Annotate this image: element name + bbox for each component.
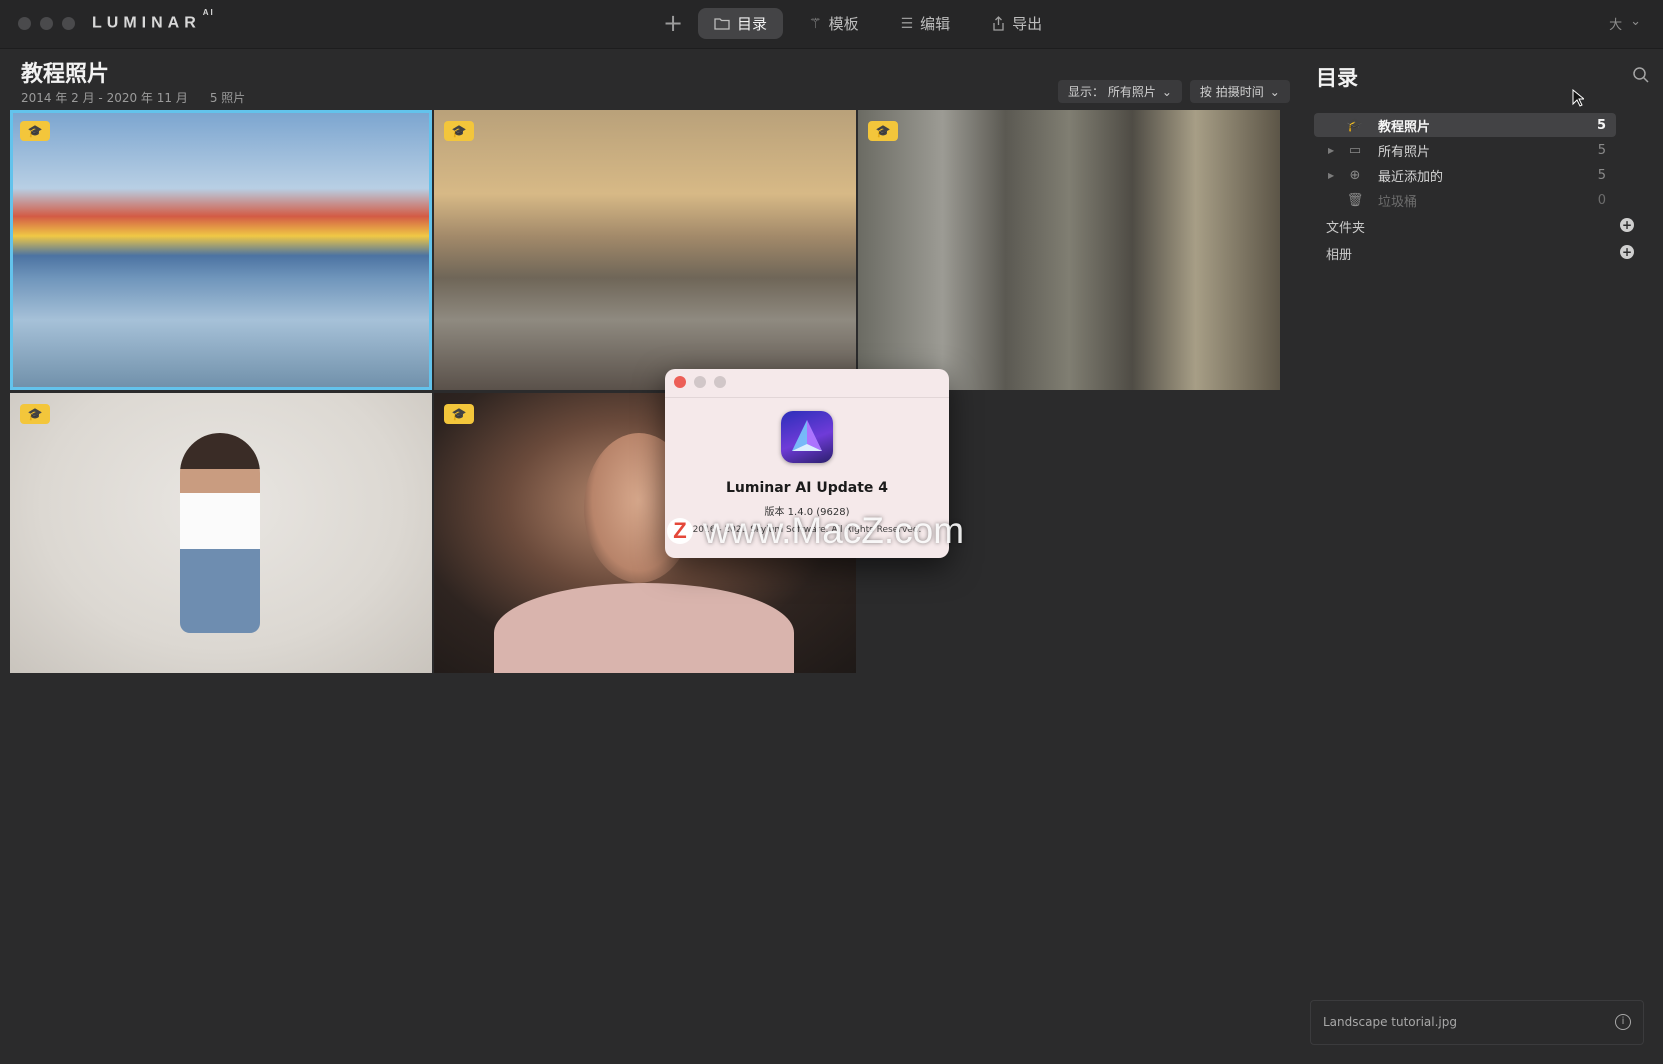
window-minimize-button[interactable] bbox=[40, 17, 53, 30]
magic-wand-icon: ⚚ bbox=[809, 15, 822, 32]
graduation-cap-icon: 🎓 bbox=[868, 121, 898, 141]
tab-edit[interactable]: ☰ 编辑 bbox=[885, 8, 967, 39]
sidebar-item-label: 教程照片 bbox=[1378, 119, 1431, 135]
share-icon bbox=[993, 16, 1004, 31]
tab-catalog-label: 目录 bbox=[737, 15, 768, 33]
photo-thumbnail[interactable]: 🎓 bbox=[434, 110, 856, 390]
sidebar-item-label: 垃圾桶 bbox=[1378, 194, 1418, 210]
photo-thumbnail[interactable]: 🎓 bbox=[858, 110, 1280, 390]
dialog-minimize-button[interactable] bbox=[694, 376, 706, 388]
title-bar: LUMINARAI + 目录 ⚚ 模板 ☰ 编辑 导出 大 ⌄ bbox=[0, 0, 1663, 49]
sliders-icon: ☰ bbox=[900, 15, 914, 32]
search-icon[interactable] bbox=[1632, 66, 1650, 84]
app-logo-sup: AI bbox=[202, 8, 215, 17]
thumbnail-size-label: 大 bbox=[1609, 18, 1623, 33]
dialog-window-controls bbox=[674, 376, 726, 388]
add-album-button[interactable]: + bbox=[1620, 245, 1634, 259]
app-logo: LUMINARAI bbox=[92, 8, 215, 32]
graduation-cap-icon: 🎓 bbox=[444, 404, 474, 424]
folder-icon bbox=[714, 18, 730, 30]
sort-label: 按 拍摄时间 bbox=[1199, 85, 1264, 99]
sidebar-title: 目录 bbox=[1316, 66, 1358, 90]
sidebar-item-recently-added[interactable]: ▶ ⊕ 最近添加的 5 bbox=[1314, 163, 1616, 187]
catalog-list: 🎓 教程照片 5 ▶ ▭ 所有照片 5 ▶ ⊕ 最近添加的 5 🗑 垃圾桶 0 bbox=[1314, 113, 1616, 213]
photo-thumbnail[interactable]: 🎓 bbox=[10, 393, 432, 673]
info-icon[interactable]: i bbox=[1615, 1014, 1631, 1030]
add-folder-button[interactable]: + bbox=[1620, 218, 1634, 232]
show-filter-dropdown[interactable]: 显示： 所有照片 ⌄ bbox=[1058, 80, 1182, 103]
photo-subject-dress bbox=[494, 583, 794, 673]
photos-icon: ▭ bbox=[1348, 142, 1362, 158]
tab-templates[interactable]: ⚚ 模板 bbox=[793, 8, 875, 39]
disclosure-triangle-icon[interactable]: ▶ bbox=[1328, 171, 1340, 180]
main-tabs: 目录 ⚚ 模板 ☰ 编辑 导出 bbox=[698, 8, 1058, 39]
albums-section[interactable]: 相册 + bbox=[1326, 244, 1636, 263]
sidebar-item-label: 最近添加的 bbox=[1378, 169, 1444, 185]
dialog-zoom-button[interactable] bbox=[714, 376, 726, 388]
trash-icon: 🗑 bbox=[1346, 192, 1364, 208]
sidebar-item-trash[interactable]: 🗑 垃圾桶 0 bbox=[1314, 188, 1616, 212]
chevron-down-icon: ⌄ bbox=[1161, 84, 1172, 99]
tab-edit-label: 编辑 bbox=[920, 15, 951, 33]
add-photos-button[interactable]: + bbox=[660, 10, 686, 36]
watermark-text: www.MacZ.com bbox=[703, 510, 965, 551]
window-controls bbox=[18, 17, 75, 30]
chevron-down-icon: ⌄ bbox=[1269, 84, 1280, 99]
graduation-cap-icon: 🎓 bbox=[1346, 117, 1364, 133]
page-title: 教程照片 bbox=[21, 62, 110, 87]
filters: 显示： 所有照片 ⌄ 按 拍摄时间 ⌄ bbox=[1058, 80, 1290, 103]
photo-thumbnail[interactable]: 🎓 bbox=[10, 110, 432, 390]
sort-dropdown[interactable]: 按 拍摄时间 ⌄ bbox=[1189, 80, 1290, 103]
app-logo-text: LUMINAR bbox=[92, 14, 201, 32]
tab-export[interactable]: 导出 bbox=[976, 8, 1058, 39]
dialog-title: Luminar AI Update 4 bbox=[725, 480, 889, 496]
watermark: Z www.MacZ.com bbox=[667, 510, 964, 552]
sidebar-item-count: 5 bbox=[1596, 117, 1606, 133]
plus-icon: + bbox=[662, 9, 684, 37]
luminar-window: LUMINARAI + 目录 ⚚ 模板 ☰ 编辑 导出 大 ⌄ 教程照片 201… bbox=[0, 0, 1663, 1064]
graduation-cap-icon: 🎓 bbox=[20, 404, 50, 424]
folders-section[interactable]: 文件夹 + bbox=[1326, 217, 1636, 236]
tab-catalog[interactable]: 目录 bbox=[698, 8, 784, 39]
window-zoom-button[interactable] bbox=[62, 17, 75, 30]
folders-label: 文件夹 bbox=[1326, 221, 1366, 236]
sidebar-item-count: 5 bbox=[1597, 142, 1606, 158]
plus-circle-icon: ⊕ bbox=[1349, 167, 1361, 183]
dialog-close-button[interactable] bbox=[674, 376, 686, 388]
window-close-button[interactable] bbox=[18, 17, 31, 30]
sidebar-item-count: 5 bbox=[1597, 167, 1606, 183]
albums-label: 相册 bbox=[1326, 248, 1353, 263]
mouse-cursor-icon bbox=[1572, 89, 1584, 107]
show-filter-label: 显示： 所有照片 bbox=[1068, 85, 1156, 99]
photo-subject bbox=[180, 433, 260, 633]
sidebar-item-all-photos[interactable]: ▶ ▭ 所有照片 5 bbox=[1314, 138, 1616, 162]
thumbnail-size-toggle[interactable]: 大 ⌄ bbox=[1609, 14, 1641, 33]
selected-photo-info: Landscape tutorial.jpg i bbox=[1310, 1000, 1644, 1045]
luminar-app-icon bbox=[781, 411, 833, 463]
chevron-down-icon: ⌄ bbox=[1630, 14, 1641, 29]
selected-filename: Landscape tutorial.jpg bbox=[1323, 1015, 1457, 1029]
graduation-cap-icon: 🎓 bbox=[444, 121, 474, 141]
disclosure-triangle-icon[interactable]: ▶ bbox=[1328, 146, 1340, 155]
tab-templates-label: 模板 bbox=[828, 15, 859, 33]
graduation-cap-icon: 🎓 bbox=[20, 121, 50, 141]
page-meta: 2014 年 2 月 - 2020 年 11 月 5 照片 bbox=[21, 89, 245, 106]
photo-count: 5 照片 bbox=[209, 91, 246, 105]
sidebar-item-label: 所有照片 bbox=[1378, 144, 1431, 160]
tab-export-label: 导出 bbox=[1012, 15, 1043, 33]
sidebar-item-tutorial-photos[interactable]: 🎓 教程照片 5 bbox=[1314, 113, 1616, 137]
divider bbox=[665, 397, 949, 398]
date-range: 2014 年 2 月 - 2020 年 11 月 bbox=[21, 91, 188, 105]
watermark-logo-icon: Z bbox=[667, 518, 693, 544]
sidebar-item-count: 0 bbox=[1597, 192, 1606, 208]
